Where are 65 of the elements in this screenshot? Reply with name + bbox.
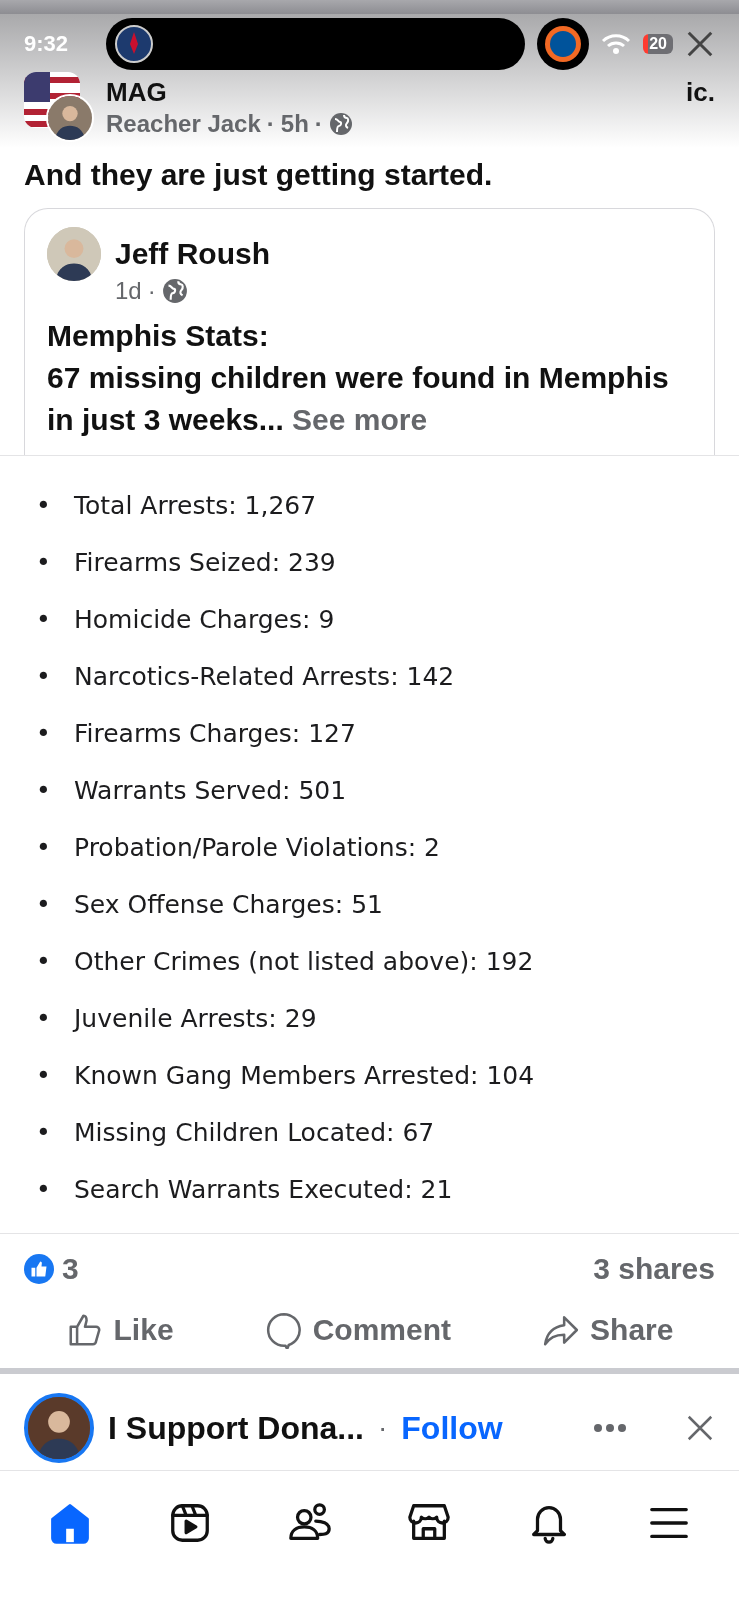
comment-button[interactable]: Comment: [258, 1310, 457, 1350]
close-button[interactable]: [685, 29, 715, 59]
bullet: •: [36, 1117, 50, 1150]
stat-item: Firearms Charges: 127: [74, 718, 356, 751]
separator-dot: ·: [314, 109, 323, 138]
close-icon: [685, 29, 715, 59]
stat-item: Known Gang Members Arrested: 104: [74, 1060, 535, 1093]
bullet: •: [36, 604, 50, 637]
stat-item: Homicide Charges: 9: [74, 604, 335, 637]
team-logo-icon: [543, 24, 584, 64]
status-time: 9:32: [24, 31, 70, 57]
stat-item: Search Warrants Executed: 21: [74, 1174, 453, 1207]
stat-item: Narcotics-Related Arrests: 142: [74, 661, 455, 694]
separator-dot: ·: [378, 1412, 388, 1444]
globe-icon: [328, 111, 353, 136]
stat-item: Other Crimes (not listed above): 192: [74, 946, 534, 979]
bullet: •: [36, 946, 50, 979]
separator-dot: ·: [147, 277, 156, 305]
stat-item: Sex Offense Charges: 51: [74, 889, 383, 922]
bullet: •: [36, 718, 50, 751]
battery-indicator: 20: [643, 34, 673, 54]
bullet: •: [36, 832, 50, 865]
bullet: •: [36, 1060, 50, 1093]
author-name[interactable]: Reacher Jack: [106, 109, 261, 138]
bullet: •: [36, 490, 50, 523]
post-caption: And they are just getting started.: [23, 157, 494, 193]
stat-item: Probation/Parole Violations: 2: [74, 832, 440, 865]
see-more-link[interactable]: See more: [292, 403, 428, 436]
more-icon: [593, 1423, 627, 1433]
follow-link[interactable]: Follow: [401, 1409, 503, 1447]
group-name[interactable]: MAG: [106, 76, 167, 108]
bullet: •: [36, 547, 50, 580]
close-icon: [685, 1413, 715, 1443]
group-avatar[interactable]: [24, 72, 94, 142]
team-logo-icon: [114, 24, 154, 64]
bullet: •: [36, 661, 50, 694]
stat-item: Juvenile Arrests: 29: [74, 1003, 317, 1036]
separator-dot: ·: [266, 109, 275, 138]
reaction-count[interactable]: 3: [62, 1252, 79, 1286]
bullet: •: [36, 889, 50, 922]
stat-item: Missing Children Located: 67: [74, 1117, 435, 1150]
post-time: 1d: [115, 277, 142, 305]
page-name[interactable]: I Support Dona...: [108, 1409, 364, 1447]
group-name[interactable]: ic.: [686, 76, 715, 108]
post-time: 5h: [280, 109, 309, 138]
close-button[interactable]: [685, 1413, 715, 1443]
bullet: •: [36, 775, 50, 808]
share-count[interactable]: 3 shares: [593, 1252, 715, 1286]
wifi-icon: [601, 33, 632, 55]
like-reaction-icon: [24, 1254, 54, 1284]
author-name[interactable]: Jeff Roush: [115, 237, 270, 271]
post-title: Memphis Stats:: [47, 318, 270, 354]
share-button[interactable]: Share: [536, 1310, 680, 1350]
like-button[interactable]: Like: [59, 1310, 180, 1350]
stat-item: Firearms Seized: 239: [74, 547, 336, 580]
globe-icon: [161, 278, 188, 304]
bullet: •: [36, 1003, 50, 1036]
post-text: 67 missing children were found in Memphis in just 3 weeks... See more: [47, 360, 670, 438]
more-button[interactable]: [593, 1423, 627, 1433]
speech-bubble-icon: [264, 1311, 303, 1349]
bullet: •: [36, 1174, 50, 1207]
stat-item: Total Arrests: 1,267: [74, 490, 317, 523]
shared-post-card[interactable]: Jeff Roush 1d · Memphis Stats: 67 missing children were found in Memphis in just 3 weeks... See more: [24, 208, 715, 455]
author-avatar[interactable]: [47, 227, 101, 281]
stat-item: Warrants Served: 501: [74, 775, 347, 808]
